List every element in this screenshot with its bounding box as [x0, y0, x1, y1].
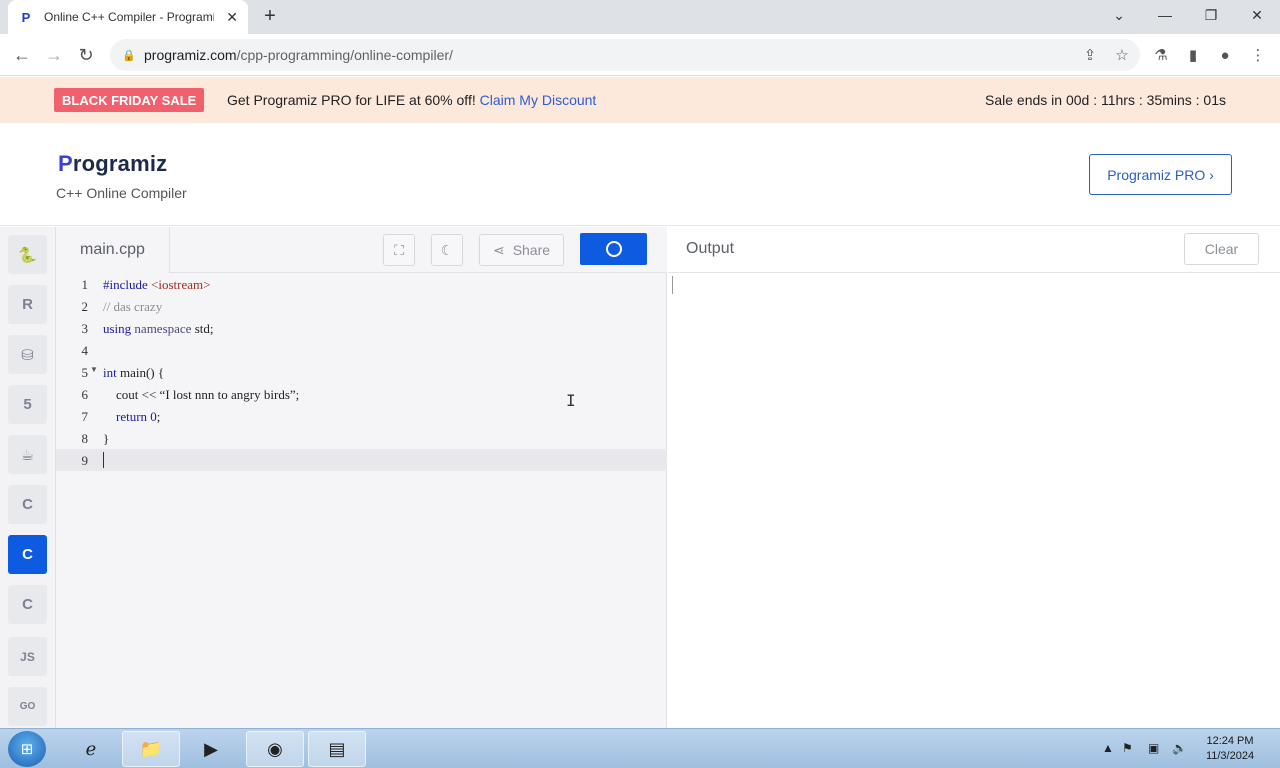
- clear-button[interactable]: Clear: [1184, 233, 1259, 265]
- programiz-favicon-icon: P: [21, 9, 31, 25]
- window-close-button[interactable]: ✕: [1234, 0, 1280, 30]
- fold-arrow-icon[interactable]: ▼: [90, 365, 98, 374]
- dark-mode-moon-icon[interactable]: ☾: [431, 234, 463, 266]
- output-caret: [672, 276, 673, 294]
- sale-banner: BLACK FRIDAY SALE Get Programiz PRO for …: [0, 77, 1280, 123]
- code-line[interactable]: 2 // das crazy: [56, 295, 667, 317]
- loading-spinner-icon: [605, 241, 622, 257]
- text-cursor: [103, 452, 104, 468]
- share-button-label: Share: [512, 242, 551, 258]
- code-line[interactable]: 4: [56, 339, 667, 361]
- new-tab-button[interactable]: +: [258, 4, 282, 28]
- c-language-icon[interactable]: C: [8, 485, 47, 524]
- extensions-icon[interactable]: ⚗: [1148, 42, 1174, 68]
- internet-explorer-icon[interactable]: ℯ: [62, 731, 120, 767]
- banner-message: Get Programiz PRO for LIFE at 60% off! C…: [227, 92, 597, 108]
- reload-button[interactable]: ↻: [73, 42, 99, 68]
- profile-avatar-icon[interactable]: ●: [1212, 42, 1238, 68]
- output-title: Output: [686, 240, 735, 257]
- share-icon: ⋖: [492, 241, 505, 258]
- browser-tab-strip: P Online C++ Compiler - Programiz ✕ + ⌄ …: [0, 0, 1280, 34]
- cpp-language-icon[interactable]: C: [8, 535, 47, 574]
- go-language-icon[interactable]: GO: [8, 687, 47, 726]
- programiz-logo[interactable]: Programiz: [58, 151, 167, 177]
- language-sidebar: 🐍 R ⛁ 5 ☕ C C C JS GO: [0, 227, 56, 728]
- media-player-icon[interactable]: ▶: [182, 731, 240, 767]
- output-header: Output Clear: [668, 227, 1280, 273]
- chrome-icon[interactable]: ◉: [246, 731, 304, 767]
- tab-close-icon[interactable]: ✕: [226, 9, 238, 26]
- url-text: programiz.com/cpp-programming/online-com…: [144, 47, 453, 63]
- programiz-pro-button[interactable]: Programiz PRO ›: [1089, 154, 1232, 195]
- run-button[interactable]: [580, 233, 647, 265]
- code-line[interactable]: 8 }: [56, 427, 667, 449]
- notes-app-icon[interactable]: ▤: [308, 731, 366, 767]
- windows-taskbar: ⊞ ℯ 📁 ▶ ◉ ▤ ▲ ⚑ ▣ 🔈 12:24 PM 11/3/2024: [0, 728, 1280, 768]
- sale-countdown: Sale ends in 00d : 11hrs : 35mins : 01s: [985, 92, 1226, 108]
- browser-toolbar: ← → ↻ 🔒 programiz.com/cpp-programming/on…: [0, 34, 1280, 76]
- forward-button[interactable]: →: [41, 42, 67, 68]
- browser-tab[interactable]: P Online C++ Compiler - Programiz ✕: [8, 0, 248, 34]
- sale-badge: BLACK FRIDAY SALE: [54, 88, 205, 112]
- java-language-icon[interactable]: ☕: [8, 435, 47, 474]
- ibeam-cursor-icon: I: [566, 391, 576, 410]
- page-subtitle: C++ Online Compiler: [56, 185, 187, 201]
- python-language-icon[interactable]: 🐍: [8, 235, 47, 274]
- action-center-flag-icon[interactable]: ⚑: [1122, 741, 1133, 755]
- side-panel-icon[interactable]: ▮: [1180, 42, 1206, 68]
- code-editor[interactable]: 1 #include <iostream> 2 // das crazy 3 u…: [56, 273, 667, 728]
- html-language-icon[interactable]: 5: [8, 385, 47, 424]
- output-console[interactable]: [668, 273, 1280, 728]
- claim-discount-link[interactable]: Claim My Discount: [480, 92, 597, 108]
- back-button[interactable]: ←: [9, 42, 35, 68]
- editor-toolbar: main.cpp ⛶ ☾ ⋖ Share: [56, 227, 667, 273]
- file-tab-main-cpp[interactable]: main.cpp: [56, 227, 170, 273]
- share-page-icon[interactable]: ⇪: [1077, 42, 1103, 68]
- clock-date: 11/3/2024: [1205, 750, 1255, 762]
- file-explorer-icon[interactable]: 📁: [122, 731, 180, 767]
- code-line[interactable]: 5 ▼ int main() {: [56, 361, 667, 383]
- share-button[interactable]: ⋖ Share: [479, 234, 564, 266]
- system-clock[interactable]: 12:24 PM 11/3/2024: [1196, 734, 1264, 764]
- code-line[interactable]: 3 using namespace std;: [56, 317, 667, 339]
- code-line-active[interactable]: 9: [56, 449, 667, 471]
- tray-expand-icon[interactable]: ▲: [1102, 741, 1114, 755]
- site-header: Programiz C++ Online Compiler Programiz …: [0, 123, 1280, 226]
- bookmark-star-icon[interactable]: ☆: [1109, 42, 1135, 68]
- csharp-language-icon[interactable]: C: [8, 585, 47, 624]
- minimize-button[interactable]: —: [1142, 0, 1188, 30]
- network-icon[interactable]: ▣: [1148, 741, 1159, 755]
- tab-search-icon[interactable]: ⌄: [1096, 0, 1142, 30]
- lock-icon: 🔒: [122, 49, 136, 62]
- clock-time: 12:24 PM: [1206, 735, 1254, 747]
- code-line[interactable]: 1 #include <iostream>: [56, 273, 667, 295]
- r-language-icon[interactable]: R: [8, 285, 47, 324]
- tab-title: Online C++ Compiler - Programiz: [44, 10, 214, 24]
- browser-menu-icon[interactable]: ⋮: [1245, 42, 1271, 68]
- volume-muted-icon[interactable]: 🔈: [1172, 741, 1187, 755]
- address-bar[interactable]: 🔒 programiz.com/cpp-programming/online-c…: [110, 39, 1140, 71]
- fullscreen-icon[interactable]: ⛶: [383, 234, 415, 266]
- start-button[interactable]: ⊞: [8, 731, 46, 767]
- sql-language-icon[interactable]: ⛁: [8, 335, 47, 374]
- restore-button[interactable]: ❐: [1188, 0, 1234, 30]
- javascript-language-icon[interactable]: JS: [8, 637, 47, 676]
